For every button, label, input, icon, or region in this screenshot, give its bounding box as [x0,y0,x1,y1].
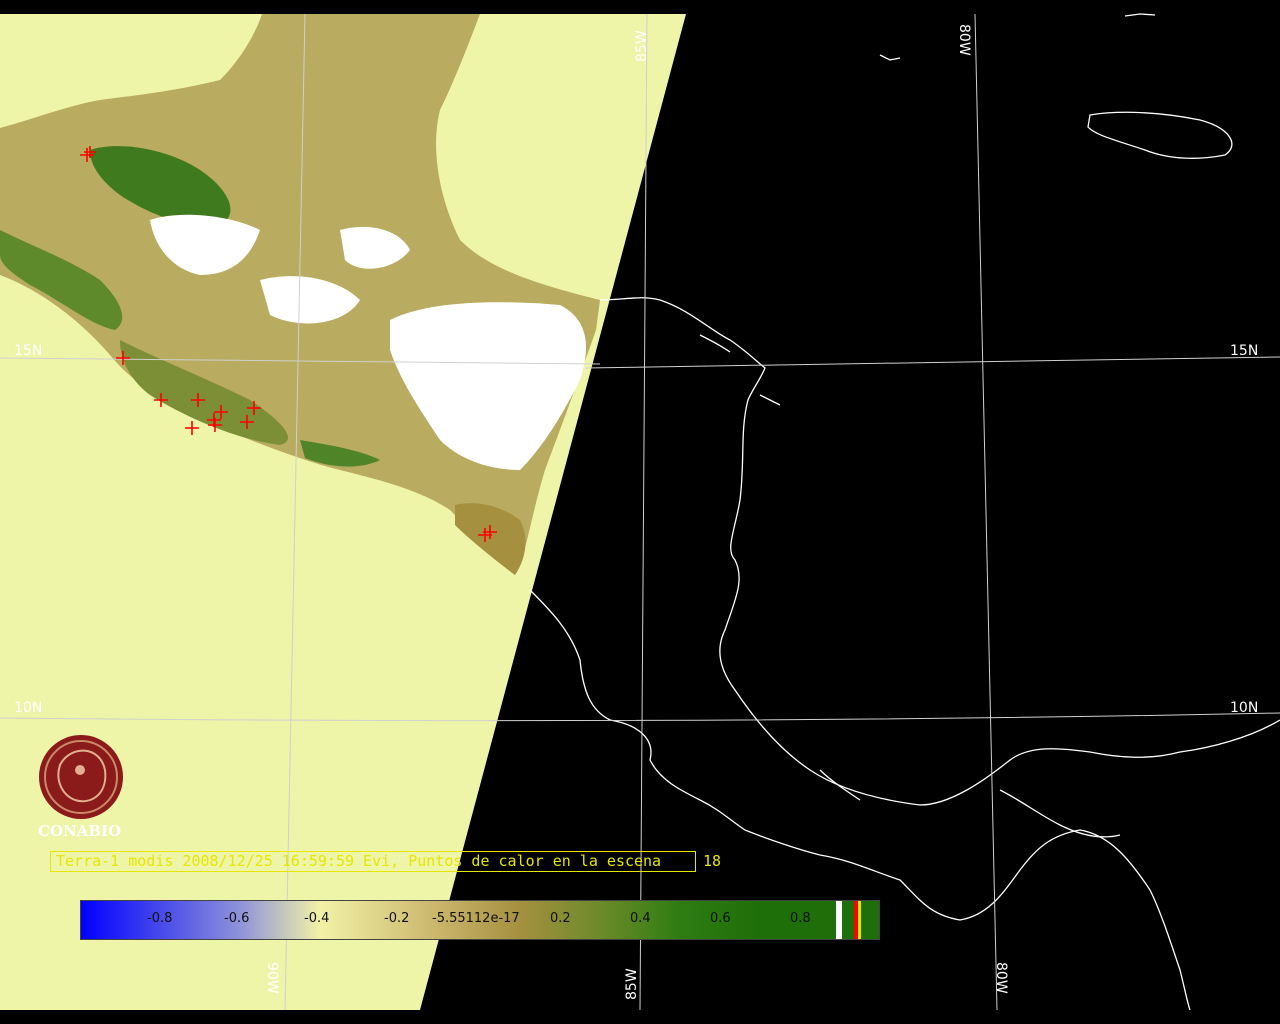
colorbar-label: -5.55112e-17 [432,911,520,926]
lon-label-80w-top: 80W [956,24,972,56]
lat-label-10n-right: 10N [1230,700,1258,716]
hotspot-count: 18 [703,852,722,870]
lon-label-85w-bottom: 85W [624,968,640,1000]
colorbar-label: -0.4 [304,911,330,926]
lon-label-80w-bottom: 80W [993,962,1009,994]
colorbar-label: 0.8 [790,911,811,926]
lat-label-10n-left: 10N [14,700,42,716]
colorbar-label: 0.6 [710,911,731,926]
lon-label-85w-top: 85W [634,30,650,62]
lat-label-15n-right: 15N [1230,343,1258,359]
conabio-logo [39,735,123,819]
lat-label-15n-left: 15N [14,343,42,359]
colorbar-label: -0.6 [224,911,250,926]
colorbar-label: 0.2 [550,911,571,926]
lon-label-90w-bottom: 90W [264,962,280,994]
colorbar-label: -0.2 [384,911,410,926]
colorbar-label: 0.4 [630,911,651,926]
scene-caption: Terra-1 modis 2008/12/25 16:59:59 Evi, P… [56,852,662,870]
colorbar-swatch-green [842,901,854,939]
colorbar-label: -0.8 [147,911,173,926]
colorbar-swatch-dark [861,901,879,939]
conabio-logo-text: CONABIO [38,822,121,840]
